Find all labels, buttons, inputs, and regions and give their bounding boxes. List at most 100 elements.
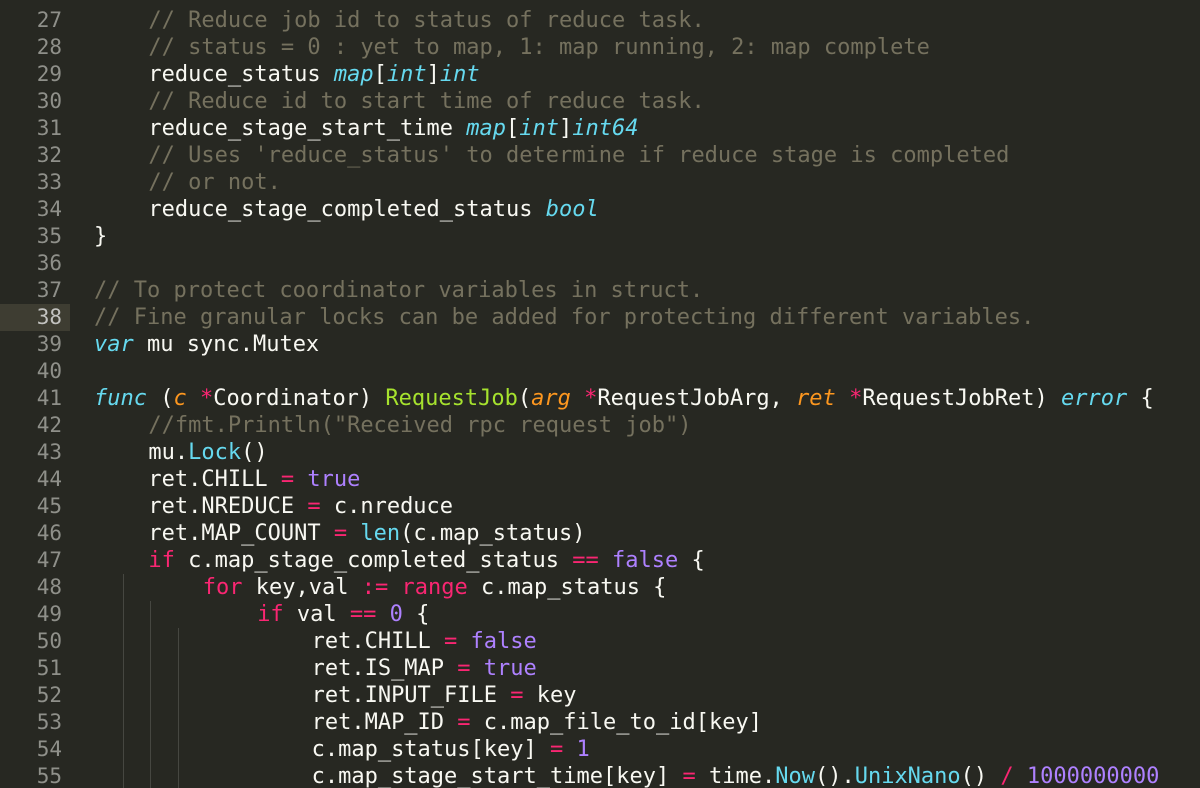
code-token: //fmt.Println("Received rpc request job"… (148, 413, 692, 438)
code-line[interactable]: ret.IS_MAP = true (312, 655, 537, 682)
code-editor[interactable]: 27 28 29 30 31 32 33 34 35 36 37 38 39 40 41 42 43 44 45 46… (0, 0, 1200, 788)
code-token: for (202, 575, 243, 600)
indent-guide (150, 709, 152, 736)
code-line[interactable]: c.map_stage_start_time[key] = time.Now()… (312, 763, 1160, 788)
code-token: Now (775, 764, 815, 788)
indent-guide (177, 655, 179, 682)
indent-guide (150, 763, 152, 788)
code-line[interactable]: // Fine granular locks can be added for … (94, 304, 1034, 331)
code-token: ret.INPUT_FILE (311, 683, 511, 708)
code-line[interactable]: // Reduce id to start time of reduce tas… (148, 88, 704, 115)
code-area[interactable]: // Reduce job id to status of reduce tas… (94, 0, 1200, 788)
line-number: 55 (36, 764, 62, 788)
code-token: ret.CHILL (148, 467, 281, 492)
line-number: 42 (36, 413, 62, 437)
code-token: RequestJobRet) (862, 386, 1061, 411)
indent-guide (123, 574, 125, 601)
code-token: int (439, 62, 480, 87)
code-line[interactable]: ret.INPUT_FILE = key (312, 682, 577, 709)
code-token: mu. (148, 440, 189, 465)
code-line[interactable]: ret.MAP_COUNT = len(c.map_status) (148, 520, 585, 547)
code-line[interactable]: // To protect coordinator variables in s… (94, 277, 703, 304)
line-number: 39 (36, 332, 62, 356)
code-token: = (457, 656, 471, 681)
line-number: 54 (36, 737, 62, 761)
code-token: false (470, 629, 537, 654)
code-token: * (849, 386, 863, 411)
code-token: c.map_stage_completed_status (174, 548, 573, 573)
code-line[interactable]: } (94, 223, 107, 250)
code-token: // Reduce id to start time of reduce tas… (148, 89, 705, 114)
code-line[interactable]: c.map_status[key] = 1 (312, 736, 590, 763)
indent-guide (150, 601, 152, 628)
code-token: () (960, 764, 1001, 788)
line-number: 45 (36, 494, 62, 518)
code-line[interactable]: // Reduce job id to status of reduce tas… (148, 7, 704, 34)
code-line[interactable]: if c.map_stage_completed_status == false… (148, 547, 704, 574)
line-number: 48 (36, 575, 62, 599)
code-token: = (550, 737, 564, 762)
code-token: = (280, 467, 295, 492)
code-token: UnixNano (854, 764, 961, 788)
code-token: map (466, 116, 507, 141)
line-number: 43 (36, 440, 62, 464)
code-token: * (584, 386, 598, 411)
code-line[interactable]: ret.MAP_ID = c.map_file_to_id[key] (312, 709, 762, 736)
code-line[interactable]: reduce_status map[int]int (148, 61, 479, 88)
code-token: (c.map_status) (400, 521, 586, 546)
code-token: // Reduce job id to status of reduce tas… (148, 8, 705, 33)
code-token: ret.CHILL (311, 629, 445, 654)
line-number: 44 (36, 467, 62, 491)
code-line[interactable]: reduce_stage_completed_status bool (148, 196, 598, 223)
code-token: reduce_status (148, 62, 334, 87)
code-line[interactable]: if val == 0 { (257, 601, 429, 628)
code-token: Coordinator) (213, 386, 386, 411)
line-number: 29 (36, 62, 62, 86)
code-token: error (1061, 386, 1128, 411)
line-number: 28 (36, 35, 62, 59)
line-number: 41 (36, 386, 62, 410)
code-token: = (682, 764, 696, 788)
line-number: 40 (36, 359, 62, 383)
line-number-gutter: 27 28 29 30 31 32 33 34 35 36 37 38 39 40 41 42 43 44 45 46… (0, 0, 76, 788)
code-line[interactable]: // or not. (148, 169, 280, 196)
indent-guide (150, 682, 152, 709)
line-number: 27 (36, 8, 62, 32)
code-token: = (307, 494, 321, 519)
code-token: 0 (389, 602, 403, 627)
code-token: // or not. (148, 170, 281, 195)
code-token: ret.IS_MAP (311, 656, 458, 681)
line-number: 32 (36, 143, 62, 167)
code-token: * (199, 386, 214, 411)
code-line[interactable]: //fmt.Println("Received rpc request job"… (148, 412, 691, 439)
code-line[interactable]: // Uses 'reduce_status' to determine if … (148, 142, 1009, 169)
code-line[interactable]: mu.Lock() (148, 439, 267, 466)
code-token: int64 (572, 116, 639, 141)
indent-guide (177, 682, 179, 709)
code-line[interactable]: for key,val := range c.map_status { (203, 574, 667, 601)
code-line[interactable]: var mu sync.Mutex (94, 331, 319, 358)
code-token: ret.NREDUCE (148, 494, 308, 519)
code-token: c.map_file_to_id[key] (470, 710, 762, 735)
code-token: // To protect coordinator variables in s… (94, 278, 704, 303)
code-token: = (333, 521, 348, 546)
code-line[interactable]: reduce_stage_start_time map[int]int64 (148, 115, 638, 142)
code-line[interactable]: ret.NREDUCE = c.nreduce (148, 493, 453, 520)
code-token: val (283, 602, 350, 627)
code-token: (). (814, 764, 855, 788)
code-token: // Fine granular locks can be added for … (94, 305, 1035, 330)
code-line[interactable]: ret.CHILL = false (312, 628, 537, 655)
line-number: 51 (36, 656, 62, 680)
code-token: var (94, 332, 134, 357)
line-number: 33 (36, 170, 62, 194)
code-token: [ (506, 116, 520, 141)
code-token: 1 (576, 737, 590, 762)
indent-guide (123, 601, 125, 628)
code-line[interactable]: ret.CHILL = true (148, 466, 360, 493)
indent-guide (177, 709, 179, 736)
code-line[interactable]: func (c *Coordinator) RequestJob(arg *Re… (94, 385, 1154, 412)
code-line[interactable]: // status = 0 : yet to map, 1: map runni… (148, 34, 929, 61)
